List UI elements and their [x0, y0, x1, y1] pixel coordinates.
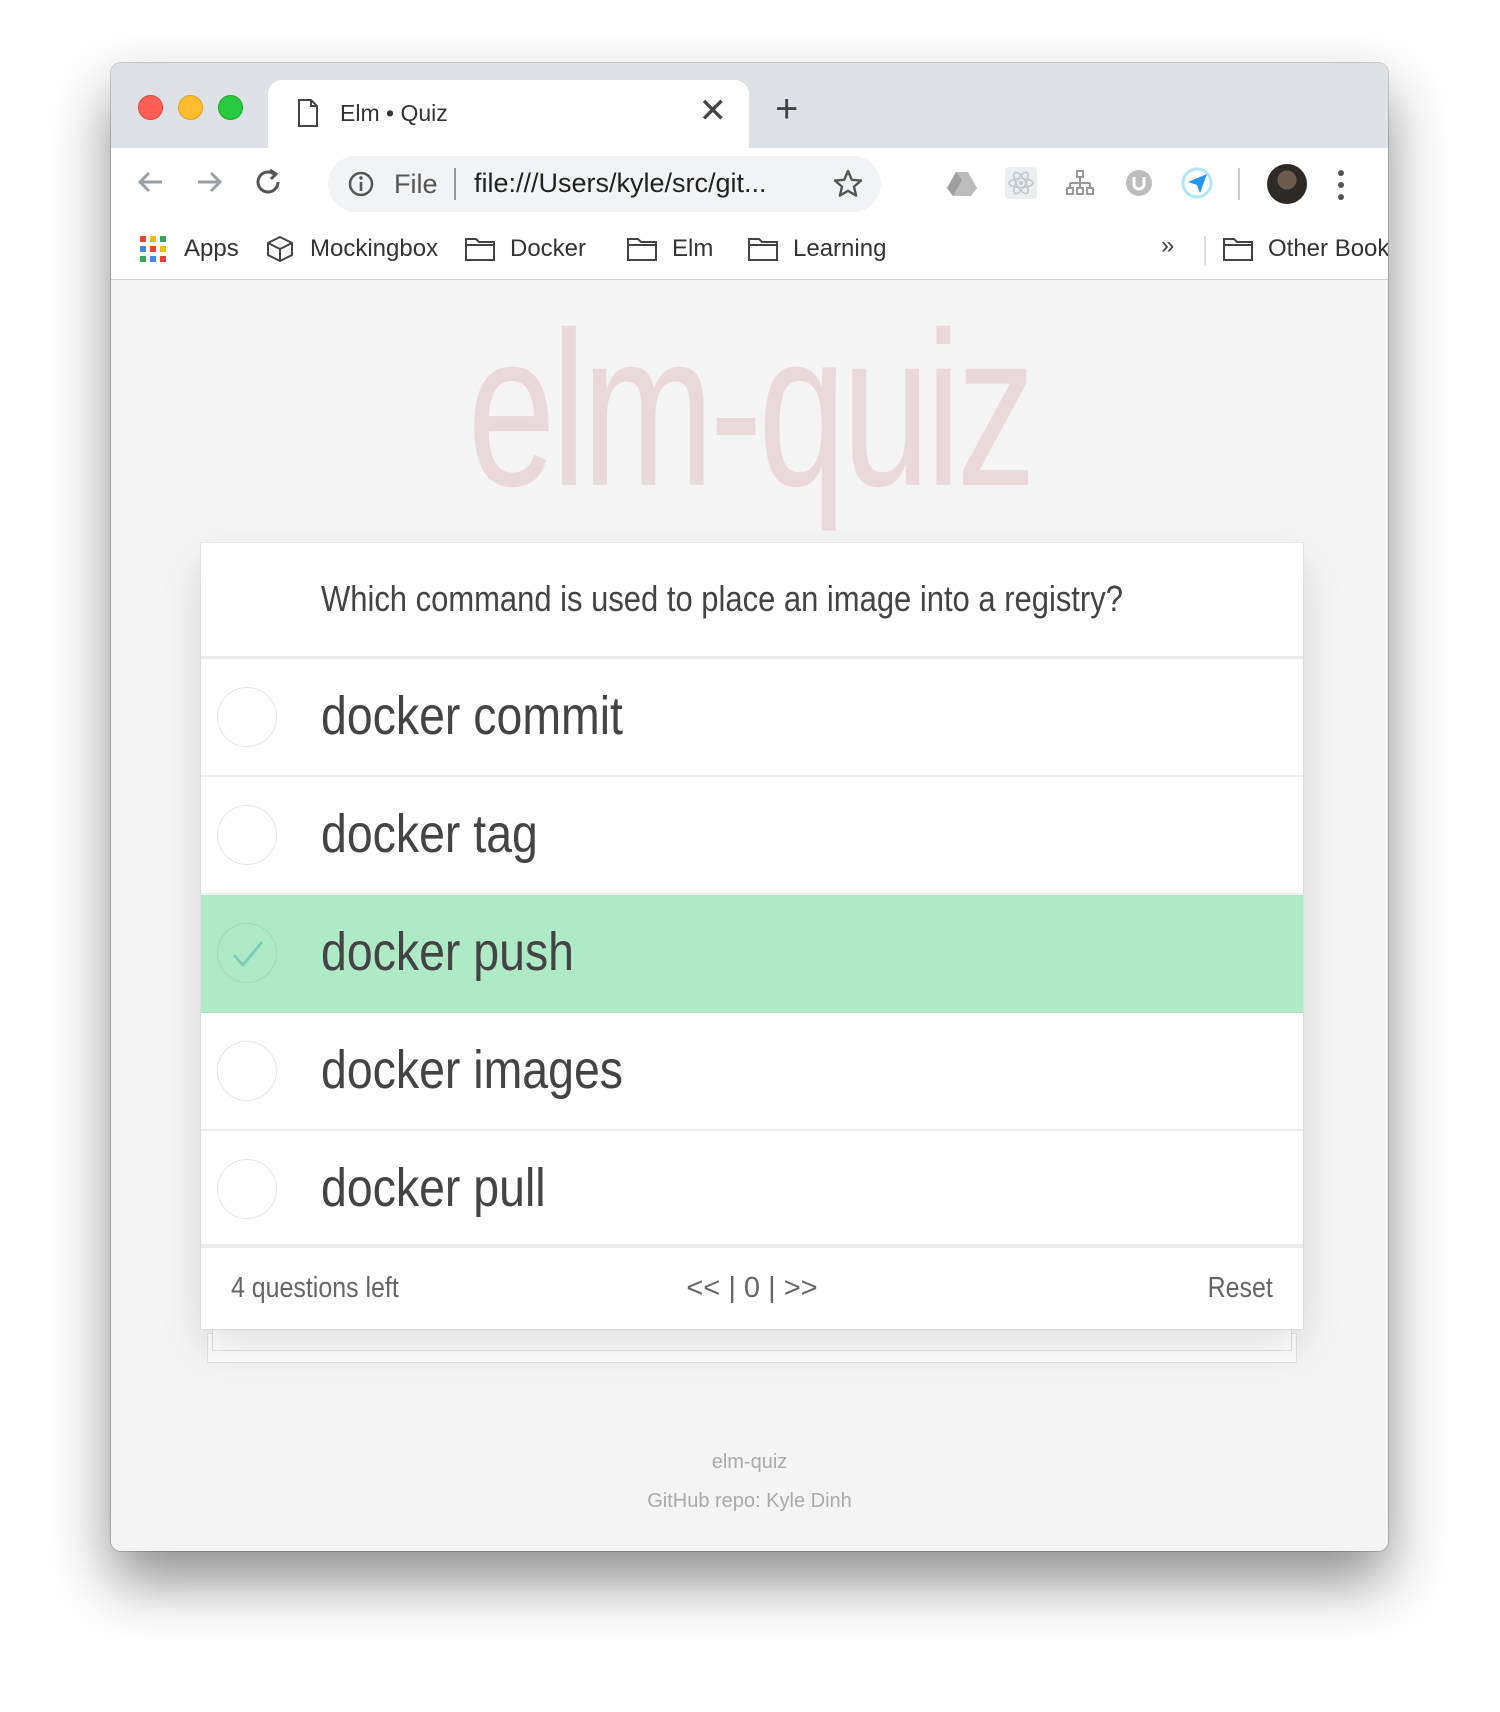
quiz-footer: 4 questions left << | 0 | >> Reset — [201, 1246, 1303, 1329]
bookmark-label: Docker — [510, 235, 587, 262]
answer-label: docker pull — [321, 1158, 546, 1218]
answer-label: docker push — [321, 922, 575, 982]
bookmark-label: Elm — [672, 235, 714, 262]
radio-circle-icon[interactable] — [217, 1041, 277, 1101]
menu-dots-icon[interactable] — [1336, 168, 1346, 202]
answer-label: docker tag — [321, 804, 538, 864]
avatar[interactable] — [1267, 164, 1307, 204]
scheme-label: File — [394, 169, 438, 199]
close-tab-icon[interactable]: ✕ — [699, 94, 728, 128]
folder-icon — [748, 238, 778, 261]
bookmark-elm[interactable]: Elm — [626, 232, 713, 266]
info-icon[interactable] — [346, 169, 376, 199]
answer-option[interactable]: docker pull — [201, 1131, 1303, 1246]
answer-option-selected[interactable]: docker push — [201, 895, 1303, 1013]
back-arrow-icon[interactable] — [129, 160, 173, 204]
new-tab-button[interactable]: + — [775, 89, 798, 129]
radio-circle-icon[interactable] — [217, 687, 277, 747]
answer-option[interactable]: docker images — [201, 1013, 1303, 1131]
footer-title: elm-quiz — [711, 1451, 788, 1473]
pager: << | 0 | >> — [201, 1272, 1303, 1305]
tab-elm-quiz[interactable]: Elm • Quiz ✕ — [268, 80, 749, 150]
close-window-button[interactable] — [138, 95, 163, 120]
google-drive-icon[interactable] — [945, 166, 979, 200]
radio-circle-icon[interactable] — [217, 805, 277, 865]
minimize-window-button[interactable] — [178, 95, 203, 120]
radio-circle-icon[interactable] — [217, 923, 277, 983]
current-question-number: 0 — [743, 1272, 761, 1304]
checkmark-icon — [232, 941, 264, 968]
radio-circle-icon[interactable] — [217, 1159, 277, 1219]
pager-separator: | — [768, 1272, 776, 1304]
send-icon[interactable] — [1180, 166, 1214, 200]
react-devtools-icon[interactable] — [1004, 166, 1038, 200]
bookmark-learning[interactable]: Learning — [747, 232, 886, 266]
answer-label: docker commit — [321, 686, 623, 746]
answer-option[interactable]: docker tag — [201, 777, 1303, 895]
tab-title: Elm • Quiz — [340, 100, 448, 126]
url-text[interactable]: file:///Users/kyle/src/git... — [474, 168, 767, 199]
answer-label: docker images — [321, 1040, 624, 1100]
cube-icon — [267, 235, 293, 263]
page-content: elm-quiz Which command is used to place … — [111, 281, 1388, 1551]
folder-icon — [465, 238, 495, 261]
toolbar-divider — [1238, 168, 1240, 200]
address-bar[interactable]: File file:///Users/kyle/src/git... — [328, 156, 881, 212]
quiz-card: Which command is used to place an image … — [201, 543, 1303, 1329]
prev-question-button[interactable]: << — [686, 1272, 720, 1305]
page-title: elm-quiz — [467, 286, 1035, 532]
bookmark-docker[interactable]: Docker — [464, 232, 586, 266]
bookmark-label: Mockingbox — [310, 235, 439, 262]
answer-option[interactable]: docker commit — [201, 659, 1303, 777]
question-text: Which command is used to place an image … — [321, 578, 1123, 619]
forward-arrow-icon[interactable] — [187, 160, 231, 204]
reload-icon[interactable] — [246, 160, 290, 204]
sitemap-icon[interactable] — [1063, 166, 1097, 200]
bookmark-other[interactable]: Other Bookmarks — [1222, 232, 1388, 266]
bookmarks-overflow-button[interactable]: » — [1161, 232, 1174, 260]
question-header: Which command is used to place an image … — [201, 543, 1303, 659]
pager-separator: | — [728, 1272, 736, 1304]
reset-button[interactable]: Reset — [1208, 1272, 1273, 1305]
bookmark-mockingbox[interactable]: Mockingbox — [264, 232, 438, 266]
tab-strip: Elm • Quiz ✕ + — [111, 63, 1388, 150]
folder-icon — [1223, 238, 1253, 261]
bookmark-apps[interactable]: Apps — [138, 232, 239, 266]
zoom-window-button[interactable] — [218, 95, 243, 120]
github-repo-link[interactable]: GitHub repo: Kyle Dinh — [111, 1490, 1388, 1513]
apps-grid-icon — [140, 236, 166, 262]
bookmarks-bar: Apps Mockingbox Docker Elm Learning » Ot… — [111, 218, 1388, 280]
bookmark-label: Other Bookmarks — [1268, 235, 1388, 262]
toolbar: File file:///Users/kyle/src/git... — [111, 148, 1388, 218]
star-icon[interactable] — [831, 167, 865, 201]
folder-icon — [627, 238, 657, 261]
bookmarks-divider — [1204, 236, 1206, 266]
page-icon — [298, 99, 318, 127]
omnibox-divider — [454, 168, 456, 200]
browser-window: Elm • Quiz ✕ + File file:///Users/kyle/s… — [111, 63, 1388, 1551]
bookmark-label: Learning — [793, 235, 887, 262]
bookmark-label: Apps — [184, 235, 239, 262]
next-question-button[interactable]: >> — [784, 1272, 818, 1305]
extension-u-icon[interactable] — [1122, 166, 1156, 200]
